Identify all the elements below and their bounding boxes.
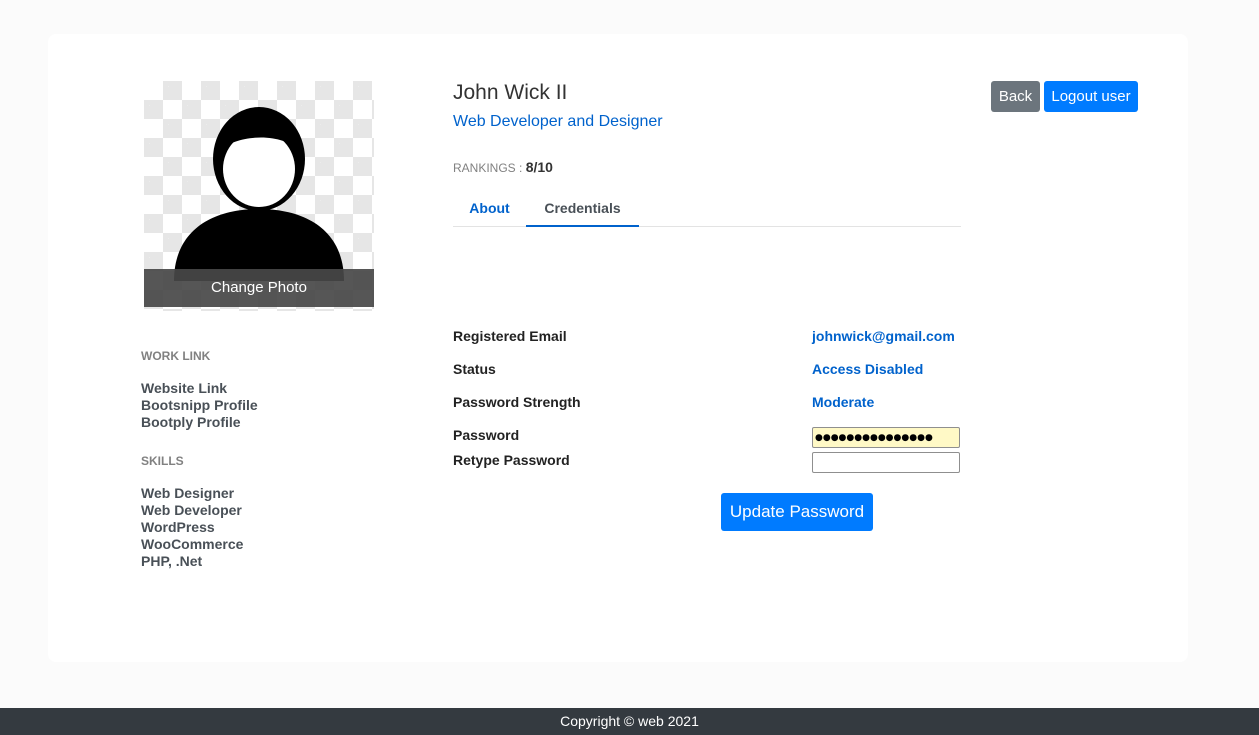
skill-item: WooCommerce bbox=[141, 536, 244, 552]
work-link-website[interactable]: Website Link bbox=[141, 380, 258, 397]
password-strength-value: Moderate bbox=[812, 394, 875, 410]
skills-heading: SKILLS bbox=[141, 454, 184, 468]
retype-password-input[interactable] bbox=[812, 452, 960, 473]
tab-about[interactable]: About bbox=[453, 192, 526, 227]
skill-item: Web Designer bbox=[141, 485, 235, 501]
rankings-label: RANKINGS : bbox=[453, 161, 523, 175]
skill-item: PHP, .Net bbox=[141, 553, 203, 569]
work-link-heading: WORK LINK bbox=[141, 349, 211, 363]
rankings-value: 8/10 bbox=[525, 159, 553, 175]
footer-copyright: Copyright © web 2021 bbox=[560, 713, 699, 729]
registered-email-label: Registered Email bbox=[453, 328, 567, 344]
status-label: Status bbox=[453, 361, 496, 377]
work-link-bootply[interactable]: Bootply Profile bbox=[141, 414, 258, 431]
work-link-bootsnipp[interactable]: Bootsnipp Profile bbox=[141, 397, 258, 414]
back-button[interactable]: Back bbox=[991, 81, 1040, 112]
profile-card: Change Photo WORK LINK Website Link Boot… bbox=[48, 34, 1188, 662]
footer: Copyright © web 2021 bbox=[0, 708, 1259, 735]
retype-password-label: Retype Password bbox=[453, 452, 570, 468]
rankings: RANKINGS : 8/10 bbox=[453, 159, 553, 175]
password-label: Password bbox=[453, 427, 520, 443]
profile-name: John Wick II bbox=[453, 81, 568, 104]
skill-item: Web Developer bbox=[141, 502, 242, 518]
tab-credentials[interactable]: Credentials bbox=[526, 192, 639, 227]
password-strength-label: Password Strength bbox=[453, 394, 581, 410]
skills-list: Web Designer Web Developer WordPress Woo… bbox=[141, 485, 243, 570]
logout-button[interactable]: Logout user bbox=[1044, 81, 1138, 112]
password-input[interactable] bbox=[812, 427, 960, 448]
profile-role: Web Developer and Designer bbox=[453, 113, 663, 130]
status-value: Access Disabled bbox=[812, 361, 924, 377]
work-link-list: Website Link Bootsnipp Profile Bootply P… bbox=[141, 380, 258, 431]
skill-item: WordPress bbox=[141, 519, 215, 535]
update-password-button[interactable]: Update Password bbox=[721, 493, 873, 531]
change-photo-button[interactable]: Change Photo bbox=[144, 269, 374, 307]
profile-tabs: About Credentials bbox=[453, 192, 961, 227]
registered-email-value: johnwick@gmail.com bbox=[812, 328, 955, 344]
